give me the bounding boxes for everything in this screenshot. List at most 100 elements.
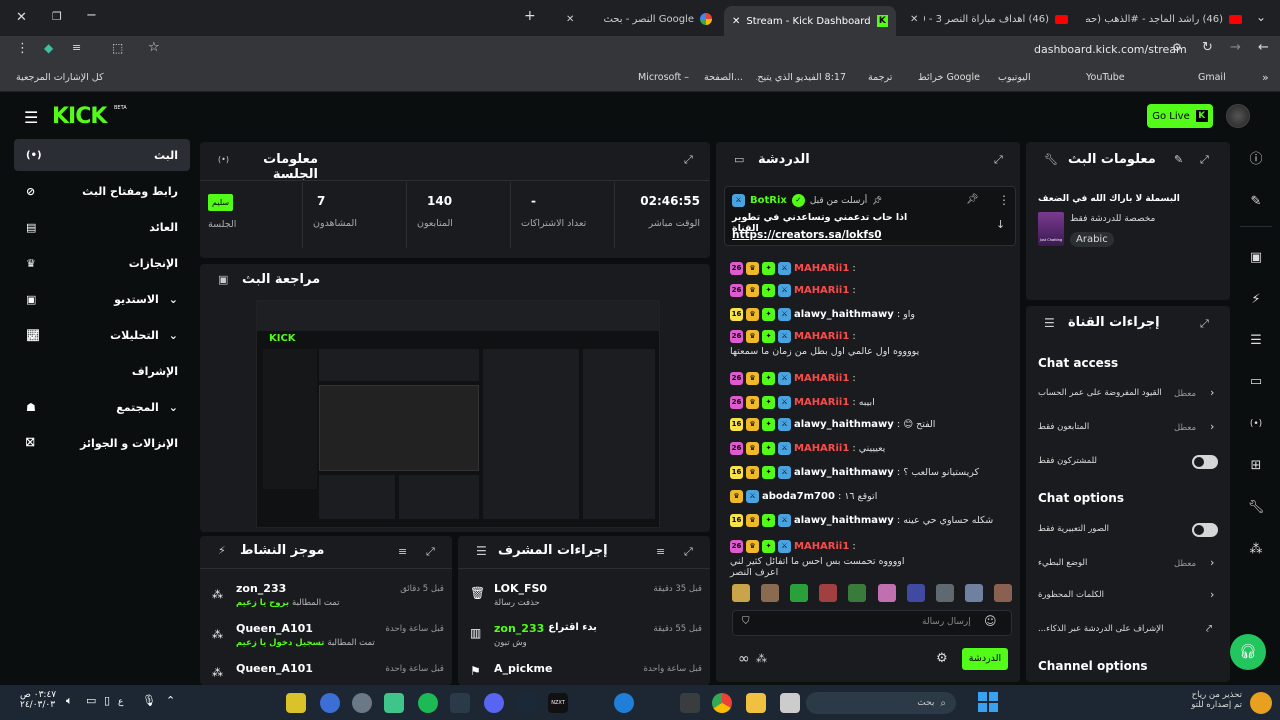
chat-username[interactable]: alawy_haithmawy xyxy=(794,309,894,320)
language-indicator[interactable]: ع xyxy=(118,697,123,707)
chat-username[interactable]: MAHARii1 xyxy=(794,373,849,384)
menu-dots-icon[interactable]: ⋮ xyxy=(16,41,29,56)
taskbar-search[interactable]: بحث ⌕ xyxy=(806,692,956,714)
chat-username[interactable]: MAHARii1 xyxy=(794,541,849,552)
emote-icon[interactable] xyxy=(732,584,750,602)
filter-icon[interactable]: ≡ xyxy=(398,545,407,558)
send-chat-button[interactable]: الدردشة xyxy=(962,648,1008,670)
nzxt-icon[interactable]: NZXT xyxy=(548,693,568,713)
emote-icon[interactable] xyxy=(877,584,896,602)
bookmark-item[interactable]: الصفحة... xyxy=(704,72,743,83)
emote-icon[interactable] xyxy=(790,584,809,602)
pinned-user[interactable]: BotRix xyxy=(750,195,787,206)
chat-username[interactable]: MAHARii1 xyxy=(794,285,849,296)
support-button[interactable]: 🎧︎ xyxy=(1230,634,1266,670)
weather-icon[interactable] xyxy=(1250,692,1272,714)
wrench-rail-icon[interactable]: 🔧︎ xyxy=(1244,496,1268,520)
emote-icon[interactable] xyxy=(848,584,867,602)
discord-icon[interactable] xyxy=(484,693,504,713)
close-window-icon[interactable]: ✕ xyxy=(16,10,27,25)
edge-icon[interactable] xyxy=(614,693,634,713)
reload-icon[interactable]: ↻ xyxy=(1202,40,1213,55)
app-icon[interactable] xyxy=(780,693,800,713)
info-icon[interactable]: ⓘ xyxy=(1244,148,1268,172)
extension-icon[interactable]: ◆ xyxy=(44,41,53,55)
puzzle-icon[interactable]: ⬚ xyxy=(112,41,123,55)
activity-user[interactable]: Queen_A101 xyxy=(236,622,313,635)
popout-icon[interactable]: ⤢ xyxy=(1200,153,1209,167)
activity-user[interactable]: Queen_A101 xyxy=(236,662,313,675)
menu-dots-icon[interactable]: ⋮ xyxy=(998,193,1010,207)
site-settings-icon[interactable]: ⚙ xyxy=(1172,41,1182,54)
bookmark-item[interactable]: Microsoft – xyxy=(638,72,689,83)
steam-icon[interactable] xyxy=(516,693,536,713)
chat-username[interactable]: alawy_haithmawy xyxy=(794,515,894,526)
tab-close-icon[interactable]: ✕ xyxy=(910,14,918,25)
tab-google-search[interactable]: ✕ النصر - بحث Google xyxy=(560,8,720,30)
subscribers-only-toggle[interactable] xyxy=(1192,455,1218,469)
app-icon[interactable] xyxy=(320,693,340,713)
sidebar-item-drops[interactable]: ⛝ الإنزالات و الجوائز xyxy=(14,427,190,459)
stream-preview-video[interactable]: KICK xyxy=(256,300,660,528)
mod-user[interactable]: LOK_FS0 xyxy=(494,582,547,595)
chat-username[interactable]: MAHARii1 xyxy=(794,263,849,274)
tab-kick-dashboard[interactable]: ✕ Stream - Kick Dashboard K xyxy=(724,6,896,36)
shield-icon[interactable]: ⛉ xyxy=(742,616,750,627)
sidebar-item-studio[interactable]: ▣ الاستديو ⌄ xyxy=(14,283,190,315)
url-field[interactable]: dashboard.kick.com/stream xyxy=(1034,43,1187,56)
settings-app-icon[interactable] xyxy=(352,693,372,713)
forward-icon[interactable]: → xyxy=(1230,40,1241,55)
emote-icon[interactable] xyxy=(906,584,925,602)
popout-icon[interactable]: ⤢ xyxy=(684,153,693,167)
emote-icon[interactable] xyxy=(993,584,1012,602)
sidebar-item-revenue[interactable]: ▤ العائد xyxy=(14,211,190,243)
sidebar-item-stream[interactable]: (•) البث xyxy=(14,139,190,171)
back-icon[interactable]: ← xyxy=(1258,40,1269,55)
mic-icon[interactable]: 🎙︎ xyxy=(142,694,156,707)
tab-close-icon[interactable]: ✕ xyxy=(732,16,740,27)
setting-row-banned-words[interactable]: الكلمات المحظورة › xyxy=(1036,586,1220,608)
emote-icon[interactable] xyxy=(935,584,954,602)
bookmark-overflow-icon[interactable]: » xyxy=(1262,71,1269,84)
kick-logo[interactable]: KICK xyxy=(52,104,107,129)
category-thumbnail[interactable]: Just Chatting xyxy=(1038,212,1064,246)
emoji-icon[interactable]: ☺ xyxy=(984,614,997,628)
tab-youtube-1[interactable]: ✕ (46) أهداف مباراة النصر 3 - 0 الـ xyxy=(904,8,1074,30)
app-icon[interactable] xyxy=(680,693,700,713)
emote-icon[interactable] xyxy=(819,584,838,602)
popout-icon[interactable]: ⤢ xyxy=(684,545,693,559)
channel-rail-icon[interactable]: ⊞ xyxy=(1244,454,1268,478)
go-live-button[interactable]: Go Live K xyxy=(1147,104,1213,128)
app-icon[interactable] xyxy=(450,693,470,713)
network-icon[interactable]: ▭ xyxy=(86,694,96,707)
sidebar-item-community[interactable]: ☗ المجتمع ⌄ xyxy=(14,391,190,423)
chat-username[interactable]: alawy_haithmawy xyxy=(794,467,894,478)
chat-rail-icon[interactable]: ▭ xyxy=(1244,370,1268,394)
chat-username[interactable]: aboda7m700 xyxy=(762,491,835,502)
filter-icon[interactable]: ≡ xyxy=(656,545,665,558)
start-button[interactable] xyxy=(978,692,998,712)
broadcast-rail-icon[interactable]: (•) xyxy=(1244,412,1268,436)
list-rail-icon[interactable]: ☰ xyxy=(1244,329,1268,353)
new-tab-icon[interactable]: + xyxy=(524,8,536,24)
minimize-window-icon[interactable]: − xyxy=(86,8,97,23)
infinity-icon[interactable]: ∞ xyxy=(738,651,750,667)
app-icon[interactable] xyxy=(384,693,404,713)
setting-row-slow-mode[interactable]: الوضع البطيء معطل › xyxy=(1036,554,1220,576)
bookmark-item[interactable]: ترجمة xyxy=(868,72,892,83)
chat-username[interactable]: alawy_haithmawy xyxy=(794,419,894,430)
volume-icon[interactable]: 🔈︎ xyxy=(66,694,73,708)
bookmark-star-icon[interactable]: ☆ xyxy=(148,40,160,55)
mod-user[interactable]: zon_233 xyxy=(494,622,544,635)
settings-icon[interactable]: ⚙ xyxy=(936,651,948,666)
activity-user[interactable]: zon_233 xyxy=(236,582,286,595)
battery-icon[interactable]: ▯ xyxy=(104,694,110,707)
avatar[interactable] xyxy=(1226,104,1250,128)
app-icon[interactable] xyxy=(286,693,306,713)
tray-chevron-icon[interactable]: ⌃ xyxy=(166,694,175,707)
bookmark-item[interactable]: اليوتيوب xyxy=(998,72,1031,83)
sidebar-item-stream-key[interactable]: ⊘ رابط ومفتاح البث xyxy=(14,175,190,207)
emote-icon[interactable] xyxy=(964,584,983,602)
chat-username[interactable]: MAHARii1 xyxy=(794,331,849,342)
spotify-icon[interactable] xyxy=(418,693,438,713)
